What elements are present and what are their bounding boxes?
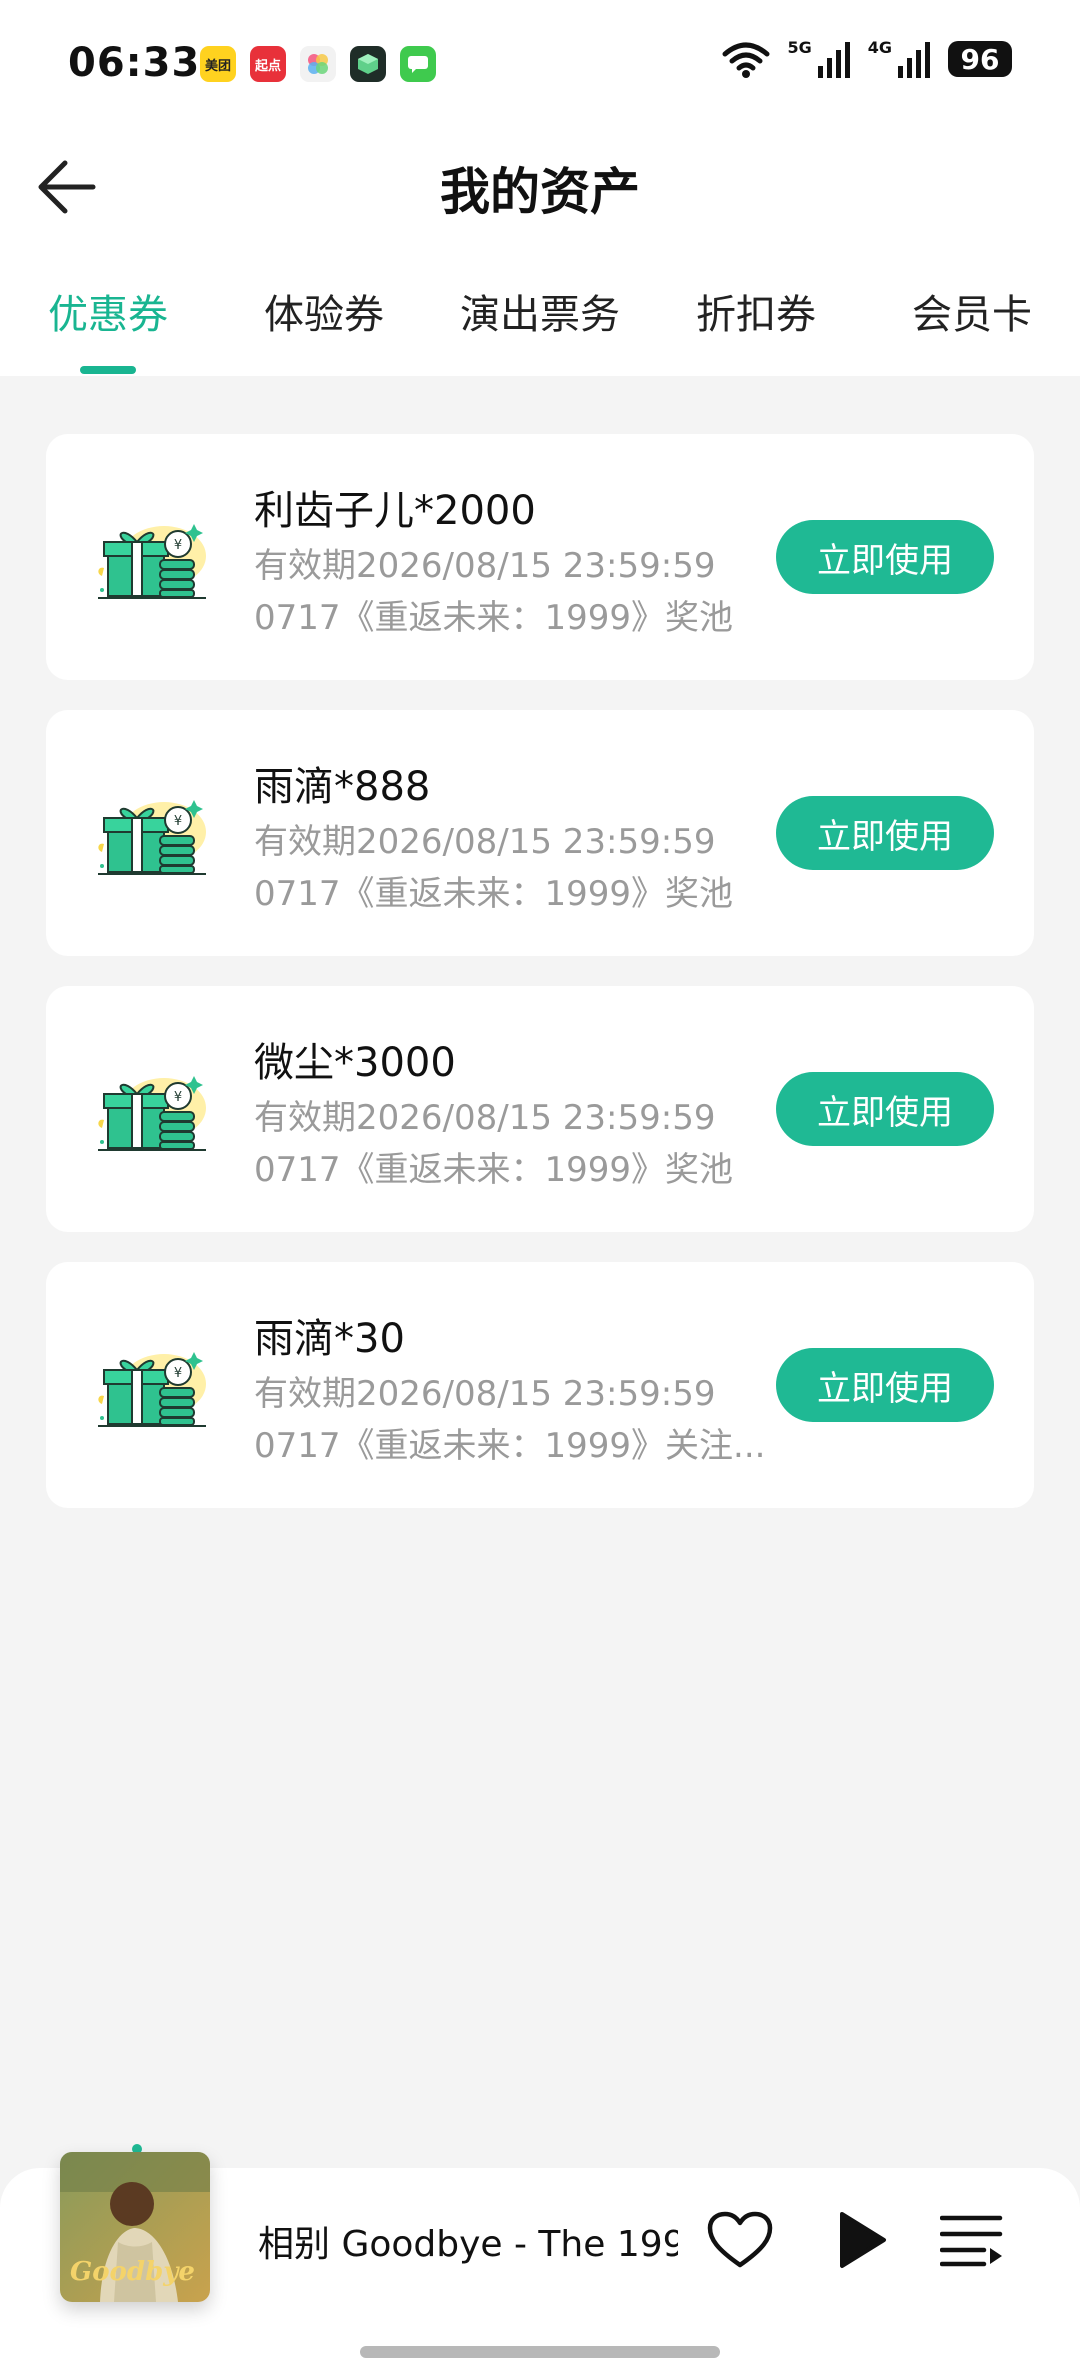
network-4g-label: 4G [867, 37, 892, 57]
page-title: 我的资产 [440, 163, 640, 221]
notification-app-icons: 美团 起点 [200, 46, 436, 82]
status-time: 06:33 [68, 40, 201, 86]
coupon-validity: 有效期2026/08/15 23:59:59 [254, 1098, 716, 1138]
cube-app-icon [350, 46, 386, 82]
gift-coupon-icon: ¥ [98, 524, 206, 599]
album-cover[interactable]: Goodbye [60, 2152, 210, 2302]
coupon-card: ¥ 利齿子儿*2000 有效期2026/08/15 23:59:59 0717《… [46, 434, 1034, 680]
coupon-card: ¥ 雨滴*30 有效期2026/08/15 23:59:59 0717《重返未来… [46, 1262, 1034, 1508]
tab-membership-cards[interactable]: 会员卡 [912, 282, 1032, 340]
svg-text:Goodbye: Goodbye [70, 2257, 195, 2287]
heart-icon [707, 2211, 773, 2268]
coupon-source: 0717《重返未来：1999》奖池 [254, 1150, 734, 1190]
album-art-image: Goodbye [60, 2152, 210, 2302]
signal-4g-icon [898, 42, 930, 78]
coupon-title: 利齿子儿*2000 [254, 488, 536, 534]
network-5g-label: 5G [787, 37, 812, 57]
svg-text:¥: ¥ [174, 538, 182, 553]
coupon-list: ¥ 利齿子儿*2000 有效期2026/08/15 23:59:59 0717《… [46, 434, 1034, 1538]
play-icon [840, 2212, 886, 2268]
coupon-source: 0717《重返未来：1999》奖池 [254, 598, 734, 638]
coupon-card: ¥ 雨滴*888 有效期2026/08/15 23:59:59 0717《重返未… [46, 710, 1034, 956]
asset-tabs: 优惠券 体验券 演出票务 折扣券 会员卡 [0, 282, 1080, 376]
coupon-title: 微尘*3000 [254, 1040, 456, 1086]
use-now-button[interactable]: 立即使用 [776, 1072, 994, 1146]
tab-show-tickets[interactable]: 演出票务 [460, 282, 620, 340]
photos-app-icon [300, 46, 336, 82]
svg-text:¥: ¥ [174, 814, 182, 829]
coupon-source: 0717《重返未来：1999》关注... [254, 1426, 766, 1466]
coupon-validity: 有效期2026/08/15 23:59:59 [254, 546, 716, 586]
tab-coupons[interactable]: 优惠券 [48, 282, 168, 340]
battery-indicator: 96 [948, 41, 1012, 77]
home-indicator[interactable] [360, 2346, 720, 2358]
use-now-button[interactable]: 立即使用 [776, 520, 994, 594]
gift-coupon-icon: ¥ [98, 1352, 206, 1427]
tab-trial-vouchers[interactable]: 体验券 [264, 282, 384, 340]
messages-app-icon [400, 46, 436, 82]
playlist-icon [940, 2215, 1003, 2267]
use-now-button[interactable]: 立即使用 [776, 1348, 994, 1422]
gift-coupon-icon: ¥ [98, 1076, 206, 1151]
coupon-validity: 有效期2026/08/15 23:59:59 [254, 822, 716, 862]
gift-coupon-icon: ¥ [98, 800, 206, 875]
now-playing-title: 相别 Goodbye - The 1999 [258, 2224, 678, 2265]
favorite-button[interactable] [700, 2200, 780, 2280]
coupon-title: 雨滴*888 [254, 764, 431, 810]
playlist-button[interactable] [932, 2200, 1012, 2280]
play-button[interactable] [822, 2200, 902, 2280]
coupon-title: 雨滴*30 [254, 1316, 405, 1362]
svg-text:¥: ¥ [174, 1090, 182, 1105]
status-indicators: 5G 4G 96 [721, 37, 1012, 78]
coupon-source: 0717《重返未来：1999》奖池 [254, 874, 734, 914]
tab-discount-coupons[interactable]: 折扣券 [696, 282, 816, 340]
svg-text:¥: ¥ [174, 1366, 182, 1381]
coupon-validity: 有效期2026/08/15 23:59:59 [254, 1374, 716, 1414]
meituan-app-icon: 美团 [200, 46, 236, 82]
wifi-icon [722, 42, 770, 78]
signal-5g-icon [817, 42, 850, 78]
qidian-app-icon: 起点 [250, 46, 286, 82]
active-tab-indicator [80, 366, 136, 374]
status-bar: 06:33 美团 起点 5G 4G 96 [0, 0, 1080, 130]
coupon-card: ¥ 微尘*3000 有效期2026/08/15 23:59:59 0717《重返… [46, 986, 1034, 1232]
use-now-button[interactable]: 立即使用 [776, 796, 994, 870]
